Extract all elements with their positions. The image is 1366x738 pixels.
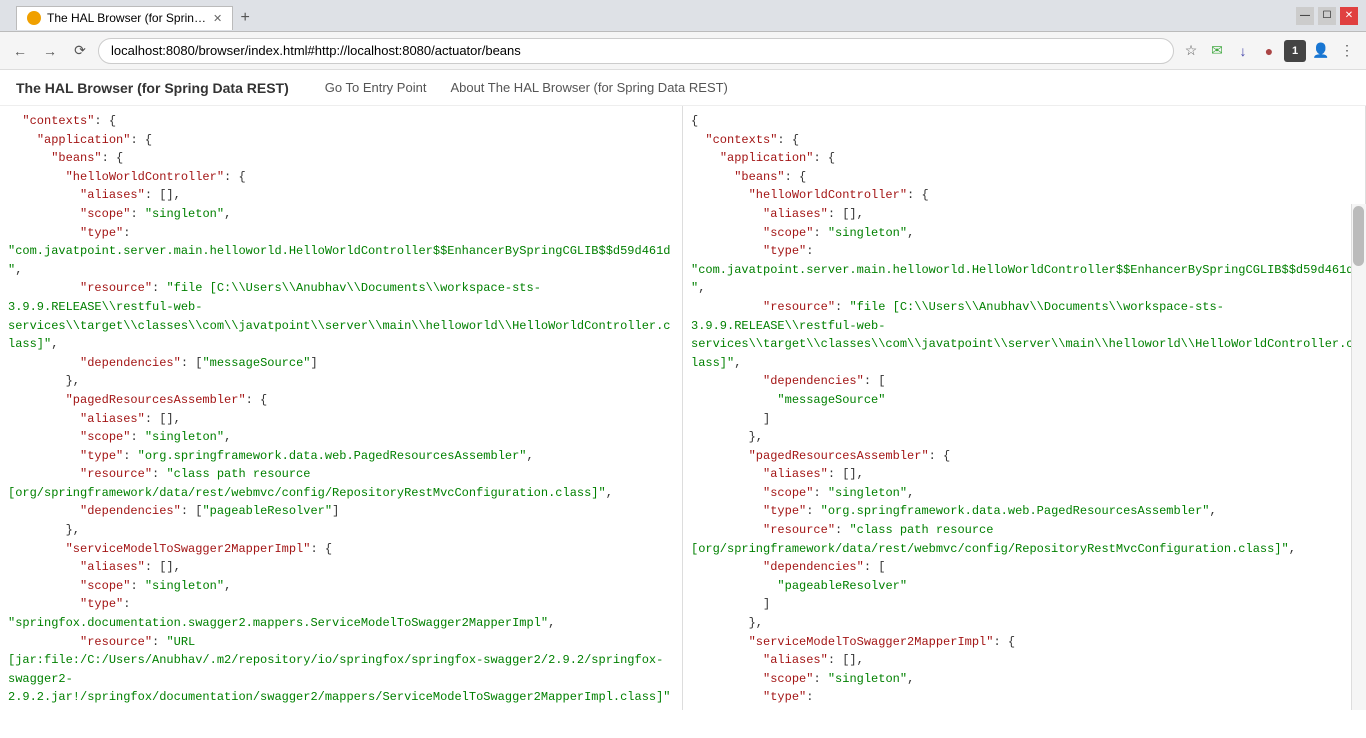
new-tab-button[interactable]: +: [233, 6, 257, 30]
tab-favicon: [27, 11, 41, 25]
profile-button[interactable]: 👤: [1310, 40, 1332, 62]
app-header: The HAL Browser (for Spring Data REST) G…: [0, 70, 1366, 106]
tab-close-button[interactable]: ✕: [213, 12, 222, 25]
back-button[interactable]: ←: [8, 39, 32, 63]
extension-2[interactable]: ↓: [1232, 40, 1254, 62]
right-pane: { "contexts": { "application": { "beans"…: [683, 106, 1366, 710]
browser-tab[interactable]: The HAL Browser (for Spring Dat... ✕: [16, 6, 233, 30]
content-area: "contexts": { "application": { "beans": …: [0, 106, 1366, 710]
bookmark-button[interactable]: ☆: [1180, 40, 1202, 62]
extension-3[interactable]: ●: [1258, 40, 1280, 62]
browser-titlebar: The HAL Browser (for Spring Dat... ✕ + —…: [0, 0, 1366, 32]
extension-1[interactable]: ✉: [1206, 40, 1228, 62]
extension-4[interactable]: 1: [1284, 40, 1306, 62]
minimize-button[interactable]: —: [1296, 7, 1314, 25]
window-controls: — ☐ ✕: [1296, 7, 1358, 25]
scrollbar-thumb[interactable]: [1353, 206, 1364, 266]
maximize-button[interactable]: ☐: [1318, 7, 1336, 25]
reload-button[interactable]: ⟳: [68, 39, 92, 63]
url-bar[interactable]: [98, 38, 1174, 64]
tab-label: The HAL Browser (for Spring Dat...: [47, 11, 207, 25]
nav-link-entry-point[interactable]: Go To Entry Point: [313, 72, 439, 103]
left-pane-content: "contexts": { "application": { "beans": …: [8, 112, 674, 710]
forward-button[interactable]: →: [38, 39, 62, 63]
nav-link-about[interactable]: About The HAL Browser (for Spring Data R…: [438, 72, 739, 103]
left-pane: "contexts": { "application": { "beans": …: [0, 106, 683, 710]
right-pane-content: { "contexts": { "application": { "beans"…: [691, 112, 1357, 710]
address-bar: ← → ⟳ ☆ ✉ ↓ ● 1 👤 ⋮: [0, 32, 1366, 70]
close-button[interactable]: ✕: [1340, 7, 1358, 25]
browser-actions: ☆ ✉ ↓ ● 1 👤 ⋮: [1180, 40, 1358, 62]
scrollbar-vertical[interactable]: [1351, 204, 1366, 710]
menu-button[interactable]: ⋮: [1336, 40, 1358, 62]
app-title: The HAL Browser (for Spring Data REST): [16, 80, 289, 96]
